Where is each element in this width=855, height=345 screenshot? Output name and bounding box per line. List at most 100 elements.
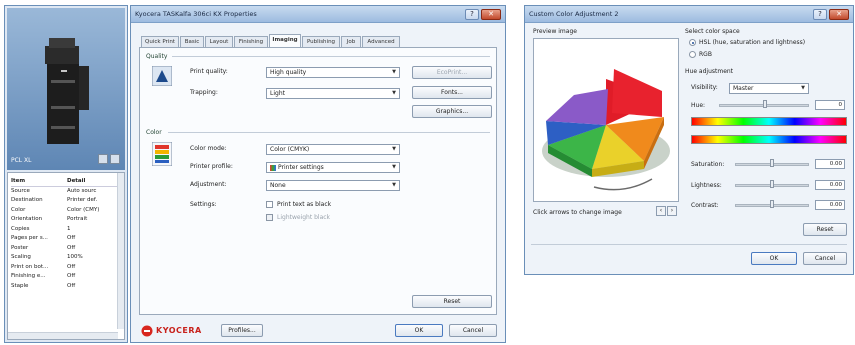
tab-finishing[interactable]: Finishing [234,36,268,47]
hue-result-bar [691,135,847,144]
window-title: Kyocera TASKalfa 306ci KX Properties [135,10,257,18]
quality-icon [152,66,172,86]
list-item-value: Off [67,244,76,251]
hue-label: Hue: [691,102,706,109]
horizontal-scrollbar[interactable] [8,332,118,339]
printer-profile-dropdown[interactable]: Printer settings ▼ [266,162,400,173]
list-item-value: Printer def. [67,197,98,203]
hsl-label: HSL (hue, saturation and lightness) [699,39,806,46]
list-item-label: Staple [11,282,29,289]
help-icon[interactable]: ? [813,8,827,20]
brand-logo: KYOCERA [156,326,202,335]
contrast-label: Contrast: [691,202,719,209]
hue-slider-thumb[interactable] [763,100,767,108]
list-item[interactable]: Print on bot... Off [11,263,121,273]
preview-label: PCL XL [11,157,32,164]
list-item-label: Pages per s... [11,235,48,241]
list-item-label: Destination [11,197,43,203]
hue-value-field[interactable]: 0 [815,100,845,110]
bottom-bar: KYOCERA Profiles... OK Cancel [131,318,505,342]
tab-basic[interactable]: Basic [180,36,204,47]
list-item[interactable]: Poster Off [11,244,121,254]
list-item-value: Auto sourc [67,187,97,194]
preview-image-label: Preview image [533,28,577,35]
chevron-down-icon: ▼ [392,90,396,96]
reset-button[interactable]: Reset [412,295,492,308]
print-text-black-checkbox[interactable] [266,201,273,208]
driver-sidebar: PCL XL Item Detail Source Auto sourc Desti… [4,5,128,343]
close-icon[interactable]: ✕ [481,8,501,20]
color-mode-label: Color mode: [190,145,227,152]
help-icon[interactable]: ? [465,8,479,20]
color-mode-dropdown[interactable]: Color (CMYK) ▼ [266,144,400,155]
custom-window-title: Custom Color Adjustment 2 [529,10,619,18]
list-item[interactable]: Staple Off [11,282,121,292]
list-item[interactable]: Copies 1 [11,225,121,235]
prev-image-button[interactable]: ‹ [656,206,666,216]
custom-ok-button[interactable]: OK [751,252,797,265]
ok-button[interactable]: OK [395,324,443,337]
tab-job[interactable]: Job [341,36,361,47]
profiles-button[interactable]: Profiles... [221,324,263,337]
ecoprint-button[interactable]: EcoPrint... [412,66,492,79]
adjustment-label: Adjustment: [190,181,227,188]
list-item[interactable]: Destination Printer def. [11,196,121,206]
print-quality-dropdown[interactable]: High quality ▼ [266,67,400,78]
lightweight-black-label: Lightweight black [277,214,331,221]
list-item-label: Source [11,187,30,194]
lightness-value-field[interactable]: 0.00 [815,180,845,190]
list-item[interactable]: Scaling 100% [11,253,121,263]
rgb-radio[interactable] [689,51,696,58]
adjustment-dropdown[interactable]: None ▼ [266,180,400,191]
custom-cancel-button[interactable]: Cancel [803,252,847,265]
preview-image [533,38,679,202]
lightness-slider-thumb[interactable] [770,180,774,188]
list-item-value: Portrait [67,216,88,222]
visibility-label: Visibility: [691,84,718,91]
color-swatch-icon [270,164,276,171]
saturation-slider-thumb[interactable] [770,159,774,167]
cancel-button[interactable]: Cancel [449,324,497,337]
properties-titlebar: Kyocera TASKalfa 306ci KX Properties ? ✕ [131,6,505,23]
saturation-label: Saturation: [691,161,725,168]
chevron-down-icon: ▼ [392,182,396,188]
hsl-radio[interactable] [689,39,696,46]
lightweight-black-checkbox[interactable] [266,214,273,221]
list-item-label: Orientation [11,216,43,222]
click-arrows-hint: Click arrows to change image [533,209,622,216]
hue-adjustment-label: Hue adjustment [685,68,734,75]
saturation-value-field[interactable]: 0.00 [815,159,845,169]
printer-image [45,38,89,144]
settings-summary-list[interactable]: Item Detail Source Auto sourc Destination P… [7,172,125,340]
vertical-scrollbar[interactable] [117,173,124,329]
list-item[interactable]: Source Auto sourc [11,187,121,197]
contrast-value-field[interactable]: 0.00 [815,200,845,210]
column-item: Item [11,178,26,184]
tab-layout[interactable]: Layout [205,36,233,47]
color-group-label: Color [146,129,162,136]
preview-toggle-button[interactable] [98,154,108,164]
list-item-value: 100% [67,254,83,260]
graphics-button[interactable]: Graphics... [412,105,492,118]
close-icon[interactable]: ✕ [829,8,849,20]
tab-advanced[interactable]: Advanced [362,36,400,47]
chevron-down-icon: ▼ [801,85,805,91]
fonts-button[interactable]: Fonts... [412,86,492,99]
tab-publishing[interactable]: Publishing [302,36,340,47]
trapping-dropdown[interactable]: Light ▼ [266,88,400,99]
chevron-down-icon: ▼ [392,69,396,75]
list-item[interactable]: Color Color (CMY) [11,206,121,216]
list-item-label: Color [11,206,26,213]
properties-window: Kyocera TASKalfa 306ci KX Properties ? ✕… [130,5,506,343]
tab-imaging[interactable]: Imaging [269,34,301,48]
list-item[interactable]: Pages per s... Off [11,234,121,244]
custom-reset-button[interactable]: Reset [803,223,847,236]
contrast-slider-thumb[interactable] [770,200,774,208]
list-item[interactable]: Finishing e... Off [11,272,121,282]
visibility-dropdown[interactable]: Master ▼ [729,83,809,94]
list-item-label: Scaling [11,254,31,260]
preview-zoom-button[interactable] [110,154,120,164]
list-item[interactable]: Orientation Portrait [11,215,121,225]
tab-quick-print[interactable]: Quick Print [141,36,179,47]
next-image-button[interactable]: › [667,206,677,216]
